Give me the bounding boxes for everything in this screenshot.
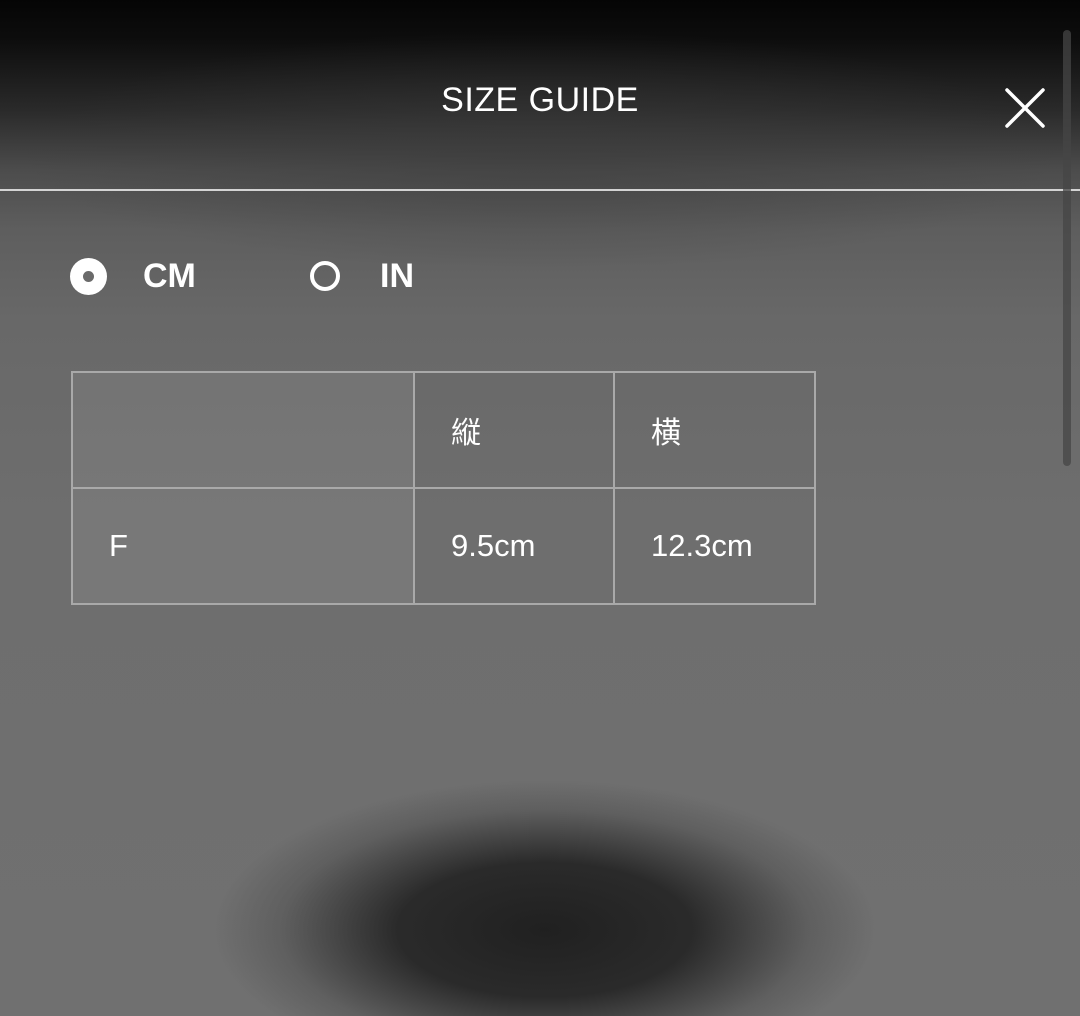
table-header-cell: 縦 bbox=[413, 371, 615, 489]
close-icon-glyph bbox=[1005, 88, 1045, 128]
unit-option-cm[interactable]: CM bbox=[70, 250, 196, 302]
radio-in[interactable] bbox=[310, 261, 340, 291]
table-cell-width: 12.3cm bbox=[613, 487, 816, 605]
page-title: SIZE GUIDE bbox=[441, 81, 639, 119]
unit-label-cm: CM bbox=[143, 256, 196, 295]
close-icon[interactable] bbox=[1003, 86, 1047, 130]
unit-label-in: IN bbox=[380, 256, 414, 295]
table-header-row: 縦 横 bbox=[71, 371, 816, 489]
table-row: F 9.5cm 12.3cm bbox=[71, 487, 816, 605]
modal-header: SIZE GUIDE bbox=[0, 0, 1080, 190]
scrollbar[interactable] bbox=[1063, 30, 1071, 466]
header-divider bbox=[0, 189, 1080, 191]
unit-option-in[interactable]: IN bbox=[310, 250, 414, 302]
table-cell-size: F bbox=[71, 487, 415, 605]
table-header-cell: 横 bbox=[613, 371, 816, 489]
radio-cm-selected[interactable] bbox=[70, 257, 107, 295]
size-table: 縦 横 F 9.5cm 12.3cm bbox=[71, 371, 816, 605]
table-header-cell bbox=[71, 371, 415, 489]
table-cell-height: 9.5cm bbox=[413, 487, 615, 605]
